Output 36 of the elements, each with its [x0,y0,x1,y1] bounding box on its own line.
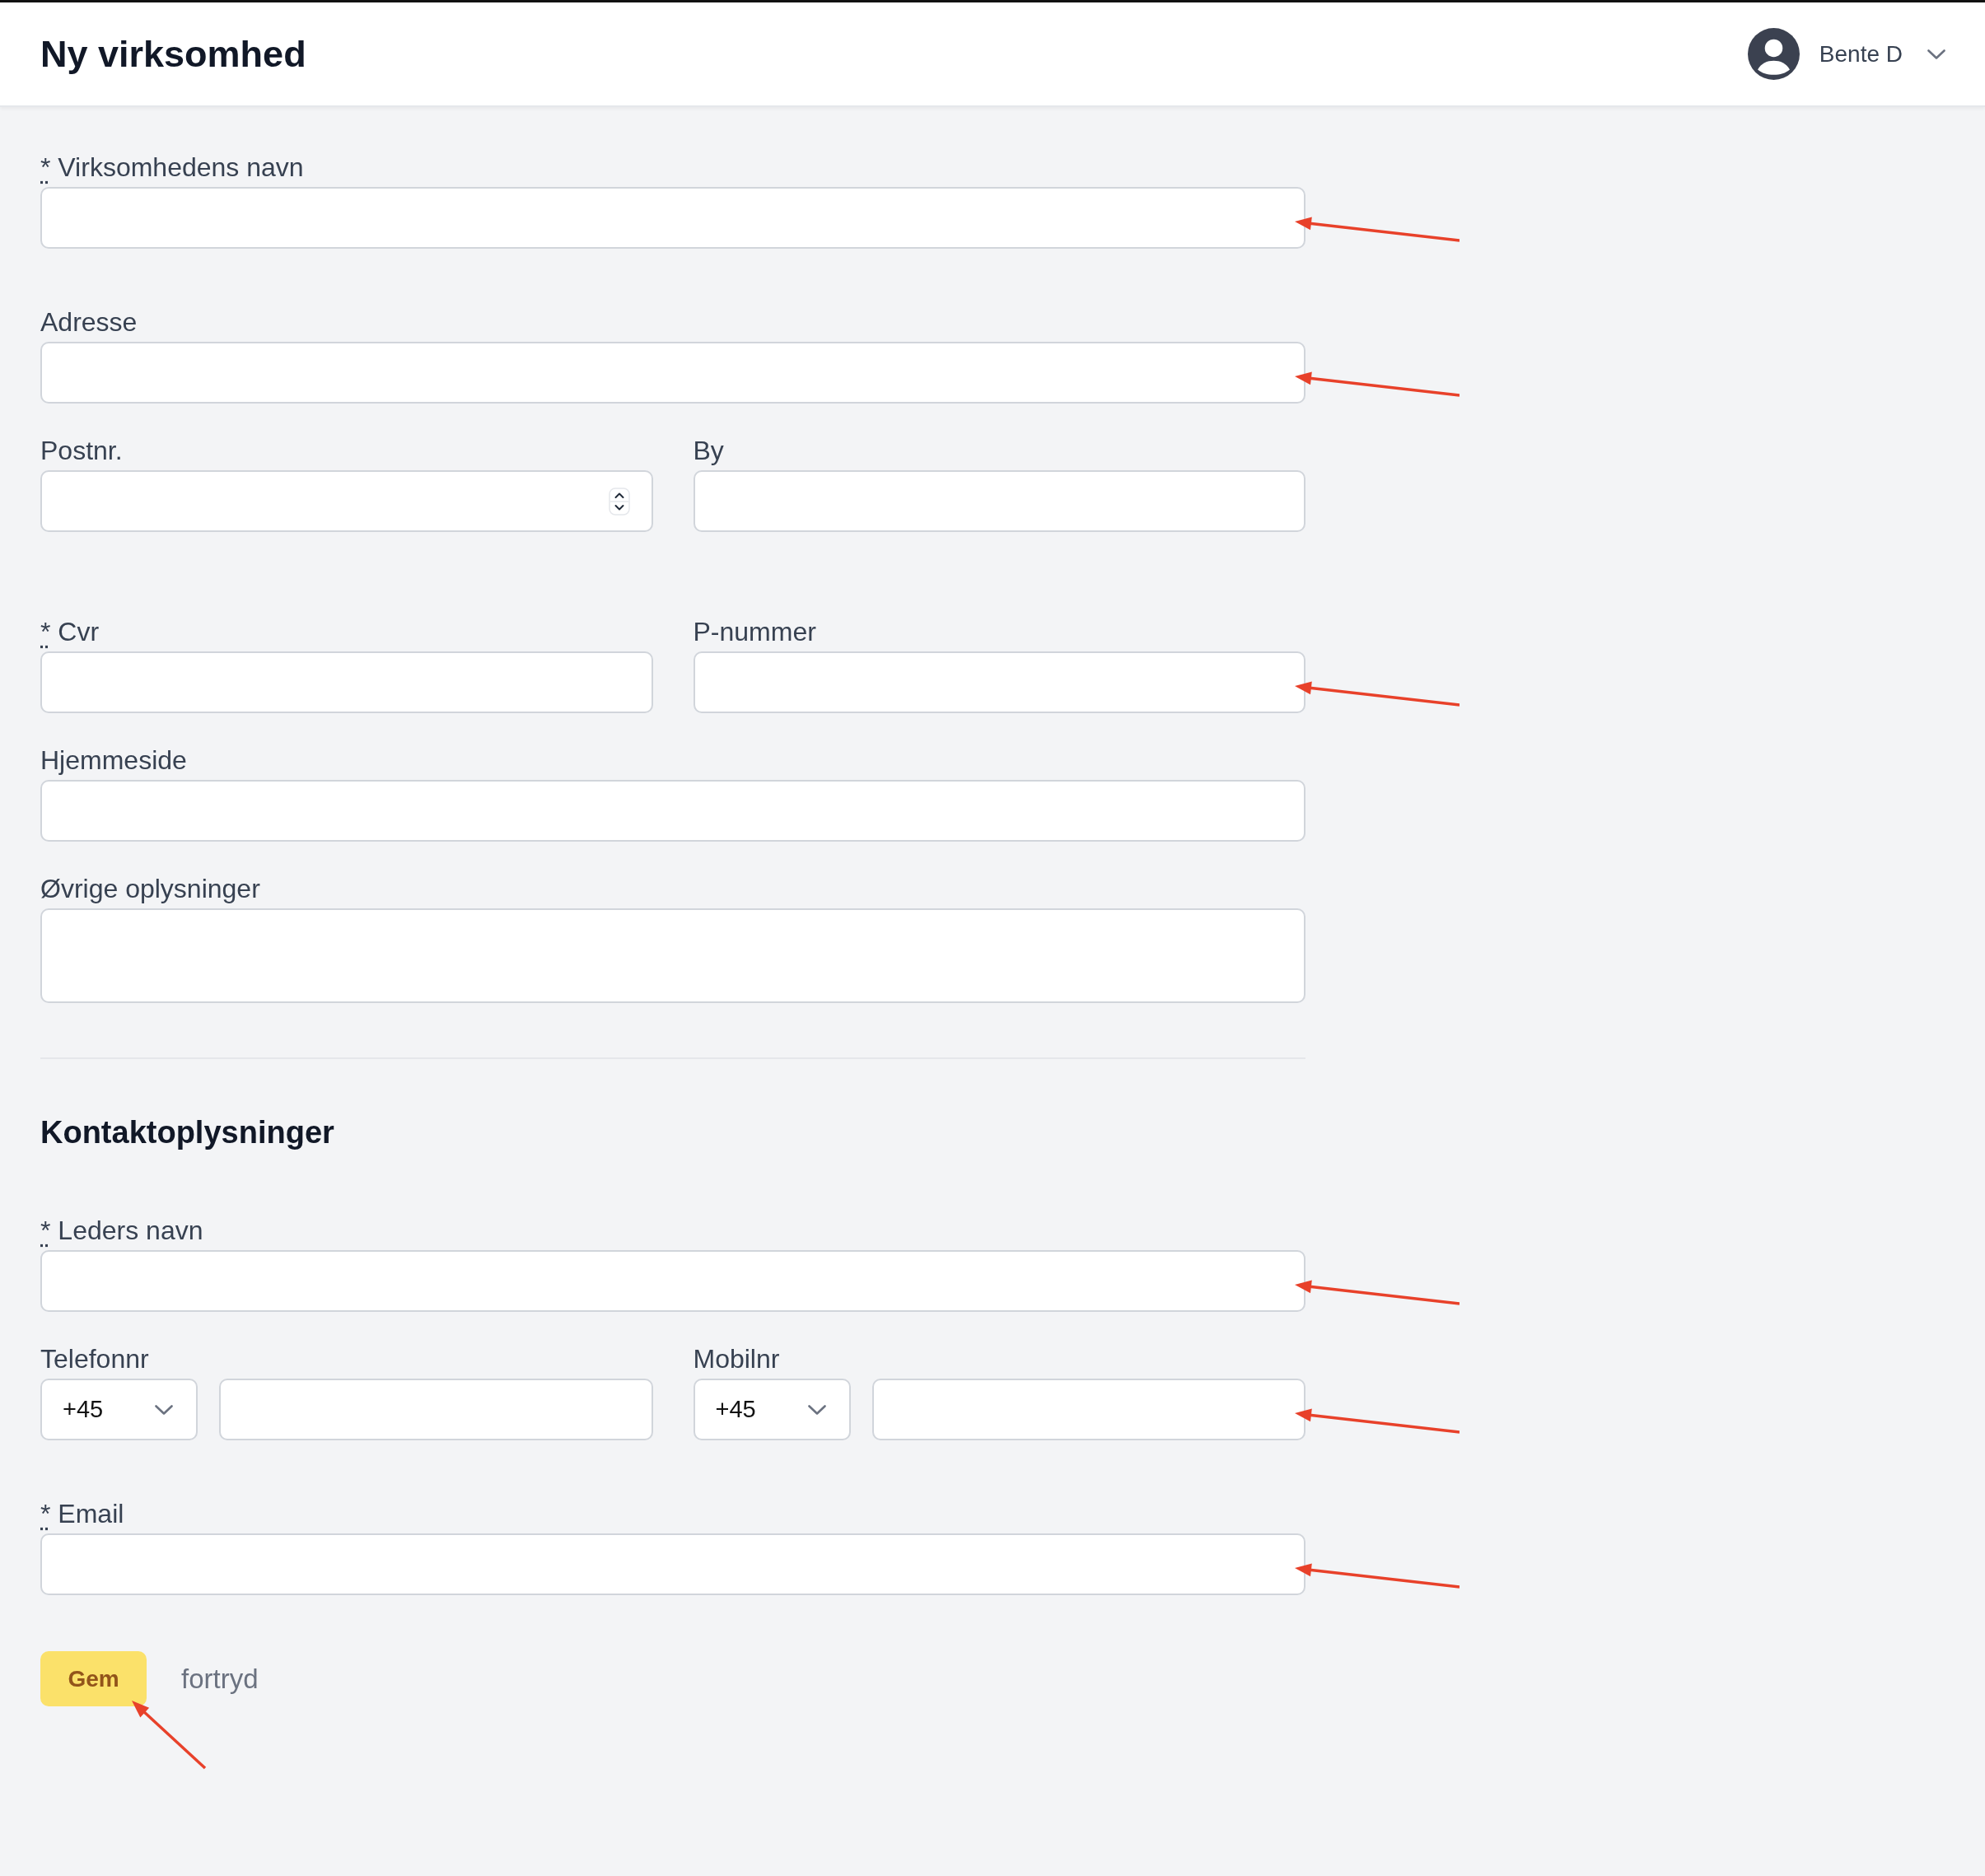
phone-input-field[interactable] [871,1379,1305,1440]
text-input-field[interactable] [40,651,653,713]
field-label: Postnr. [40,435,123,466]
field-label: Øvrige oplysninger [40,873,260,904]
chevron-down-icon [155,1404,173,1415]
text-input-field[interactable] [40,1533,1305,1595]
page-title: Ny virksomhed [40,31,306,77]
field-label: * Email [40,1498,124,1529]
text-input-field[interactable] [40,1250,1305,1312]
field-label: P-nummer [693,616,816,647]
number-input-field[interactable] [40,470,653,532]
textarea-field[interactable] [40,908,1305,1003]
field-label: Hjemmeside [40,744,187,776]
text-input-field[interactable] [40,342,1305,404]
field-label: By [693,435,724,466]
country-code-select[interactable]: +45 [693,1379,851,1440]
text-input-field[interactable] [40,187,1305,249]
text-input-field[interactable] [40,780,1305,842]
chevron-down-icon [1927,49,1945,59]
cancel-link[interactable]: fortryd [181,1662,259,1696]
field-label: * Leders navn [40,1215,203,1246]
text-input-field[interactable] [693,470,1305,532]
field-label: * Virksomhedens navn [40,152,304,183]
field-label: Adresse [40,306,138,338]
user-avatar-icon[interactable] [1747,28,1800,80]
save-button[interactable]: Gem [40,1651,147,1706]
text-input-field[interactable] [693,651,1305,713]
field-label: Telefonnr [40,1343,149,1374]
phone-input-field[interactable] [219,1379,653,1440]
chevron-down-icon [807,1404,826,1415]
field-label: Mobilnr [693,1343,780,1374]
country-code-select[interactable]: +45 [40,1379,198,1440]
user-menu-button[interactable]: Bente D [1819,39,1945,69]
stepper-arrows-icon[interactable] [608,487,630,516]
field-label: * Cvr [40,616,100,647]
section-heading: Kontaktoplysninger [40,1114,334,1151]
